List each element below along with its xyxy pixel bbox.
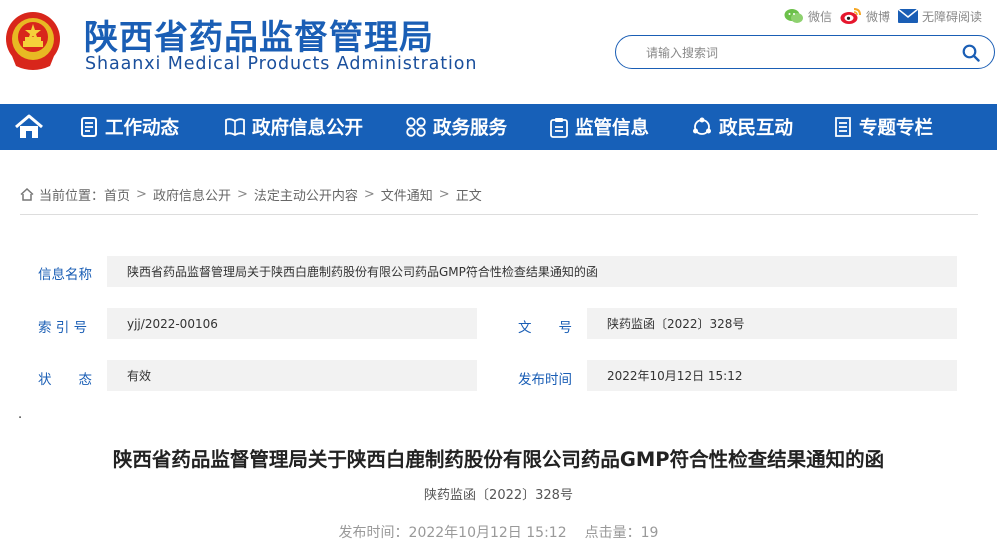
breadcrumb-separator: > [136, 187, 147, 202]
site-title-cn: 陕西省药品监督管理局 [84, 18, 434, 58]
nav-item-work-news[interactable]: 工作动态 [80, 104, 179, 150]
accessibility-link[interactable]: 无障碍阅读 [898, 8, 982, 25]
publish-label: 发布时间： [338, 525, 409, 541]
info-date-value: 2022年10月12日 15:12 [587, 360, 957, 391]
nav-item-supervision[interactable]: 监管信息 [550, 104, 649, 150]
document-list-icon [81, 117, 97, 137]
wechat-label: 微信 [808, 9, 833, 24]
main-nav: 工作动态 政府信息公开 政务服务 监管信息 政民互动 专题专栏 [0, 104, 997, 150]
breadcrumb-notices[interactable]: 文件通知 [381, 185, 433, 204]
info-status-value: 有效 [107, 360, 477, 391]
service-grid-icon [406, 117, 426, 137]
nav-label: 政民互动 [719, 118, 794, 139]
info-doc-label: 文 号 [518, 320, 572, 336]
book-icon [225, 118, 245, 136]
column-icon [835, 117, 851, 137]
wechat-icon [784, 9, 803, 23]
breadcrumb-divider [20, 214, 978, 215]
hits-label: 点击量： [584, 525, 641, 541]
breadcrumb-gov-info[interactable]: 政府信息公开 [153, 185, 231, 204]
search-box [615, 35, 995, 69]
info-index-label: 索 引 号 [38, 320, 88, 336]
wechat-link[interactable]: 微信 [784, 8, 832, 25]
article-meta: 发布时间：2022年10月12日 15:12 点击量：19 [0, 522, 997, 542]
nav-home[interactable] [0, 104, 58, 150]
interaction-icon [693, 117, 711, 135]
site-header: 陕西省药品监督管理局 Shaanxi Medical Products Admi… [0, 0, 997, 104]
info-status-label: 状 态 [38, 372, 92, 388]
breadcrumb-separator: > [438, 187, 450, 202]
nav-label: 专题专栏 [859, 118, 934, 139]
site-title-en: Shaanxi Medical Products Administration [85, 54, 478, 74]
article-title: 陕西省药品监督管理局关于陕西白鹿制药股份有限公司药品GMP符合性检查结果通知的函 [112, 448, 885, 471]
info-name-value: 陕西省药品监督管理局关于陕西白鹿制药股份有限公司药品GMP符合性检查结果通知的函 [107, 256, 957, 287]
breadcrumb: 当前位置： 首页 > 政府信息公开 > 法定主动公开内容 > 文件通知 > 正文 [20, 185, 482, 204]
nav-label: 监管信息 [575, 118, 650, 139]
clipboard-icon [550, 117, 568, 138]
weibo-link[interactable]: 微博 [840, 7, 890, 25]
nav-label: 政务服务 [433, 118, 508, 139]
search-input[interactable] [644, 43, 948, 63]
stray-dot: . [18, 407, 23, 422]
home-small-icon [20, 188, 34, 201]
breadcrumb-current: 正文 [455, 189, 482, 204]
header-tools: 微信 微博 无障碍阅读 [784, 6, 990, 26]
breadcrumb-separator: > [236, 187, 248, 202]
weibo-icon [840, 8, 862, 24]
publish-time: 2022年10月12日 15:12 [408, 525, 567, 541]
breadcrumb-home[interactable]: 首页 [104, 185, 130, 204]
article-doc-number: 陕药监函〔2022〕328号 [424, 488, 573, 503]
breadcrumb-prefix: 当前位置： [39, 189, 105, 204]
hits-count: 19 [640, 525, 659, 541]
nav-label: 工作动态 [105, 118, 180, 139]
info-date-label: 发布时间 [518, 372, 572, 388]
home-icon [15, 114, 43, 138]
nav-item-interaction[interactable]: 政民互动 [692, 104, 793, 150]
nav-item-gov-info[interactable]: 政府信息公开 [225, 104, 363, 150]
info-index-value: yjj/2022-00106 [107, 308, 477, 339]
info-name-label: 信息名称 [38, 267, 92, 283]
breadcrumb-separator: > [363, 187, 375, 202]
search-icon[interactable] [962, 44, 980, 62]
weibo-label: 微博 [866, 9, 891, 24]
nav-item-special-column[interactable]: 专题专栏 [834, 104, 933, 150]
info-doc-value: 陕药监函〔2022〕328号 [587, 308, 957, 339]
envelope-icon [898, 9, 919, 23]
national-emblem-icon [6, 12, 60, 70]
accessibility-label: 无障碍阅读 [922, 9, 983, 24]
nav-item-gov-service[interactable]: 政务服务 [406, 104, 507, 150]
nav-label: 政府信息公开 [252, 118, 364, 139]
breadcrumb-statutory[interactable]: 法定主动公开内容 [254, 185, 358, 204]
